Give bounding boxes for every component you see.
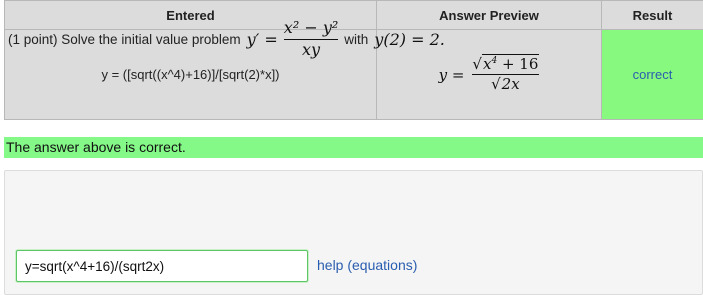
- problem-denominator: xy: [302, 39, 321, 59]
- problem-lhs: y′ =: [246, 29, 278, 49]
- problem-numerator: x² − y²: [283, 18, 339, 38]
- result-status: correct: [601, 29, 703, 120]
- result-header: Result: [601, 0, 703, 30]
- preview-fraction: √x4 + 16 √2x: [472, 53, 540, 93]
- problem-text: (1 point) Solve the initial value proble…: [8, 31, 241, 47]
- help-equations-link[interactable]: help (equations): [317, 257, 417, 273]
- problem-with-text: with: [344, 31, 369, 47]
- correct-message-bar: The answer above is correct.: [4, 137, 703, 158]
- answer-input[interactable]: [16, 250, 308, 282]
- problem-fraction: x² − y² xy: [283, 18, 339, 59]
- initial-condition: y(2) = 2.: [374, 29, 445, 49]
- problem-statement: (1 point) Solve the initial value proble…: [8, 8, 445, 70]
- preview-num-rest: + 16: [501, 54, 539, 73]
- preview-num-exp: 4: [491, 55, 498, 66]
- preview-den-radicand: 2x: [500, 74, 521, 93]
